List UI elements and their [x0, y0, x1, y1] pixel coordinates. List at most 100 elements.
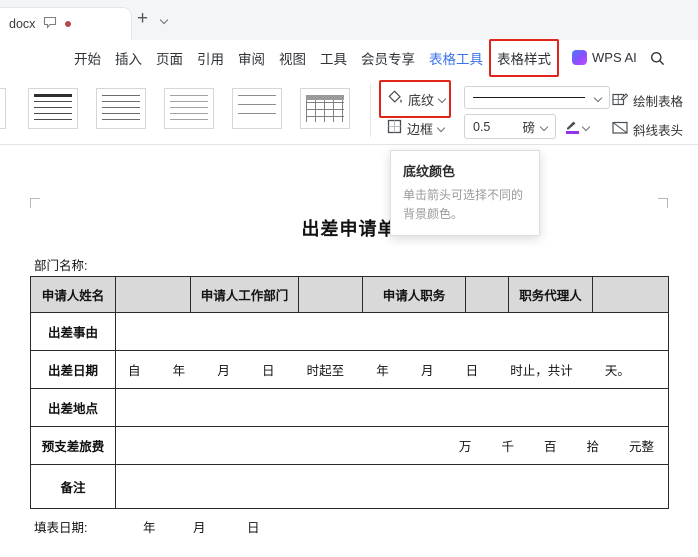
- table-row-date: 出差日期 自 年 月 日 时起至 年 月 日 时止，共计 天。: [30, 350, 669, 389]
- shading-label: 底纹: [408, 92, 435, 108]
- tooltip-body: 单击箭头可选择不同的背景颜色。: [403, 188, 524, 221]
- line-weight-value: 0.5: [473, 119, 491, 134]
- table-style-pattern: [170, 95, 208, 122]
- margin-mark-left-icon: [30, 198, 40, 208]
- table-style-preset-0[interactable]: [0, 88, 6, 129]
- table-header-row: 申请人姓名 申请人工作部门 申请人职务 职务代理人: [30, 276, 669, 313]
- form-text: 月: [192, 521, 206, 535]
- table-style-pattern: [102, 95, 140, 122]
- row-label-remarks: 备注: [30, 464, 116, 509]
- table-style-pattern: [34, 94, 72, 122]
- diagonal-header-button[interactable]: 斜线表头: [612, 117, 683, 141]
- form-text: 日: [465, 364, 479, 378]
- form-text: 日: [261, 364, 275, 378]
- expense-tokens: 万 千 百 拾 元整: [118, 436, 666, 455]
- menu-item-table-tools[interactable]: 表格工具: [429, 48, 483, 68]
- input-cell-reason[interactable]: [115, 312, 669, 351]
- input-cell-date[interactable]: 自 年 月 日 时起至 年 月 日 时止，共计 天。: [115, 350, 669, 389]
- search-icon: [651, 52, 665, 66]
- form-text: 万: [458, 440, 472, 454]
- border-button[interactable]: 边框: [387, 116, 446, 140]
- header-cell-department[interactable]: 申请人工作部门: [190, 276, 299, 313]
- new-tab-button[interactable]: +: [137, 8, 148, 30]
- menu-item-tools[interactable]: 工具: [320, 48, 347, 68]
- fill-date-label: 填表日期:: [34, 521, 88, 535]
- line-color-button[interactable]: [566, 115, 591, 139]
- form-text: 百: [543, 440, 557, 454]
- wps-ai-label: WPS AI: [592, 50, 637, 65]
- date-tokens: 自 年 月 日 时起至 年 月 日 时止，共计 天。: [118, 360, 666, 379]
- department-label: 部门名称:: [34, 259, 88, 273]
- ribbon-toolbar: 底纹 边框 0.5 磅 绘制表格 斜线表头: [0, 76, 698, 145]
- form-text: 拾: [586, 440, 599, 454]
- table-style-preset-3[interactable]: [164, 88, 214, 129]
- document-tab[interactable]: docx: [0, 7, 132, 40]
- menu-item-page[interactable]: 页面: [156, 48, 183, 68]
- header-cell-applicant-name[interactable]: 申请人姓名: [30, 276, 116, 313]
- form-text: 月: [420, 364, 434, 378]
- document-title: 出差申请单: [301, 219, 397, 239]
- table-row-location: 出差地点: [30, 388, 669, 427]
- menu-item-wps-ai[interactable]: WPS AI: [572, 50, 637, 65]
- diagonal-header-label: 斜线表头: [633, 123, 684, 138]
- row-label-location: 出差地点: [30, 388, 116, 427]
- shading-button[interactable]: 底纹: [379, 80, 452, 118]
- search-button[interactable]: [650, 51, 665, 69]
- menu-item-table-style[interactable]: 表格样式: [489, 39, 559, 77]
- document-canvas[interactable]: 出差申请单 部门名称: 申请人姓名 申请人工作部门 申请人职务 职务代理人 出差…: [0, 145, 698, 557]
- header-cell-position[interactable]: 申请人职务: [362, 276, 466, 313]
- input-cell-expense[interactable]: 万 千 百 拾 元整: [115, 426, 669, 465]
- table-style-preset-5[interactable]: [300, 88, 350, 129]
- shading-tooltip: 底纹颜色 单击箭头可选择不同的背景颜色。: [390, 150, 540, 237]
- comment-icon: [43, 16, 57, 32]
- menu-item-view[interactable]: 视图: [279, 48, 306, 68]
- form-text: 年: [142, 521, 156, 535]
- table-style-preset-4[interactable]: [232, 88, 282, 129]
- table-style-preset-1[interactable]: [28, 88, 78, 129]
- input-cell-remarks[interactable]: [115, 464, 669, 509]
- menu-item-start[interactable]: 开始: [74, 48, 101, 68]
- input-cell-location[interactable]: [115, 388, 669, 427]
- input-cell[interactable]: [298, 276, 363, 313]
- table-row-expense: 预支差旅费 万 千 百 拾 元整: [30, 426, 669, 465]
- menu-item-review[interactable]: 审阅: [238, 48, 265, 68]
- line-color-swatch: [566, 131, 579, 134]
- form-text: 日: [246, 521, 260, 535]
- line-weight-dropdown[interactable]: 0.5 磅: [464, 114, 556, 139]
- input-cell[interactable]: [465, 276, 509, 313]
- menu-bar: 开始 插入 页面 引用 审阅 视图 工具 会员专享 表格工具 表格样式 WPS …: [0, 39, 698, 77]
- draw-table-label: 绘制表格: [633, 94, 684, 109]
- header-cell-deputy[interactable]: 职务代理人: [508, 276, 593, 313]
- shading-chevron-icon: [437, 94, 447, 104]
- form-text: 元整: [628, 440, 654, 454]
- table-row-reason: 出差事由: [30, 312, 669, 351]
- toolbar-separator: [370, 84, 371, 137]
- tab-list-chevron-icon[interactable]: [159, 15, 169, 25]
- trip-form-table: 申请人姓名 申请人工作部门 申请人职务 职务代理人 出差事由 出差日期 自 年 …: [30, 276, 669, 509]
- menu-item-reference[interactable]: 引用: [197, 48, 224, 68]
- form-text: 自: [128, 364, 141, 378]
- line-weight-unit: 磅: [522, 121, 535, 135]
- menu-item-insert[interactable]: 插入: [115, 48, 142, 68]
- menu-item-member[interactable]: 会员专享: [361, 48, 415, 68]
- row-label-reason: 出差事由: [30, 312, 116, 351]
- table-style-pattern: [306, 95, 344, 122]
- line-color-chevron-icon: [581, 122, 591, 132]
- draw-table-button[interactable]: 绘制表格: [612, 88, 683, 112]
- form-text: 月: [217, 364, 230, 378]
- table-style-tab-label: 表格样式: [497, 52, 551, 67]
- row-label-expense: 预支差旅费: [30, 426, 116, 465]
- line-color-pen-icon: [566, 120, 579, 134]
- table-style-preset-2[interactable]: [96, 88, 146, 129]
- input-cell[interactable]: [115, 276, 191, 313]
- table-row-remarks: 备注: [30, 464, 669, 509]
- line-style-sample-icon: [473, 97, 585, 98]
- line-style-dropdown[interactable]: [464, 86, 610, 109]
- fill-date-line: 填表日期: 年 月 日: [34, 517, 259, 536]
- form-text: 时起至: [306, 364, 345, 378]
- border-chevron-icon: [436, 123, 446, 133]
- document-tab-title: docx: [9, 17, 36, 31]
- form-text: 年: [172, 364, 186, 378]
- input-cell[interactable]: [592, 276, 669, 313]
- shading-icon: [387, 90, 403, 108]
